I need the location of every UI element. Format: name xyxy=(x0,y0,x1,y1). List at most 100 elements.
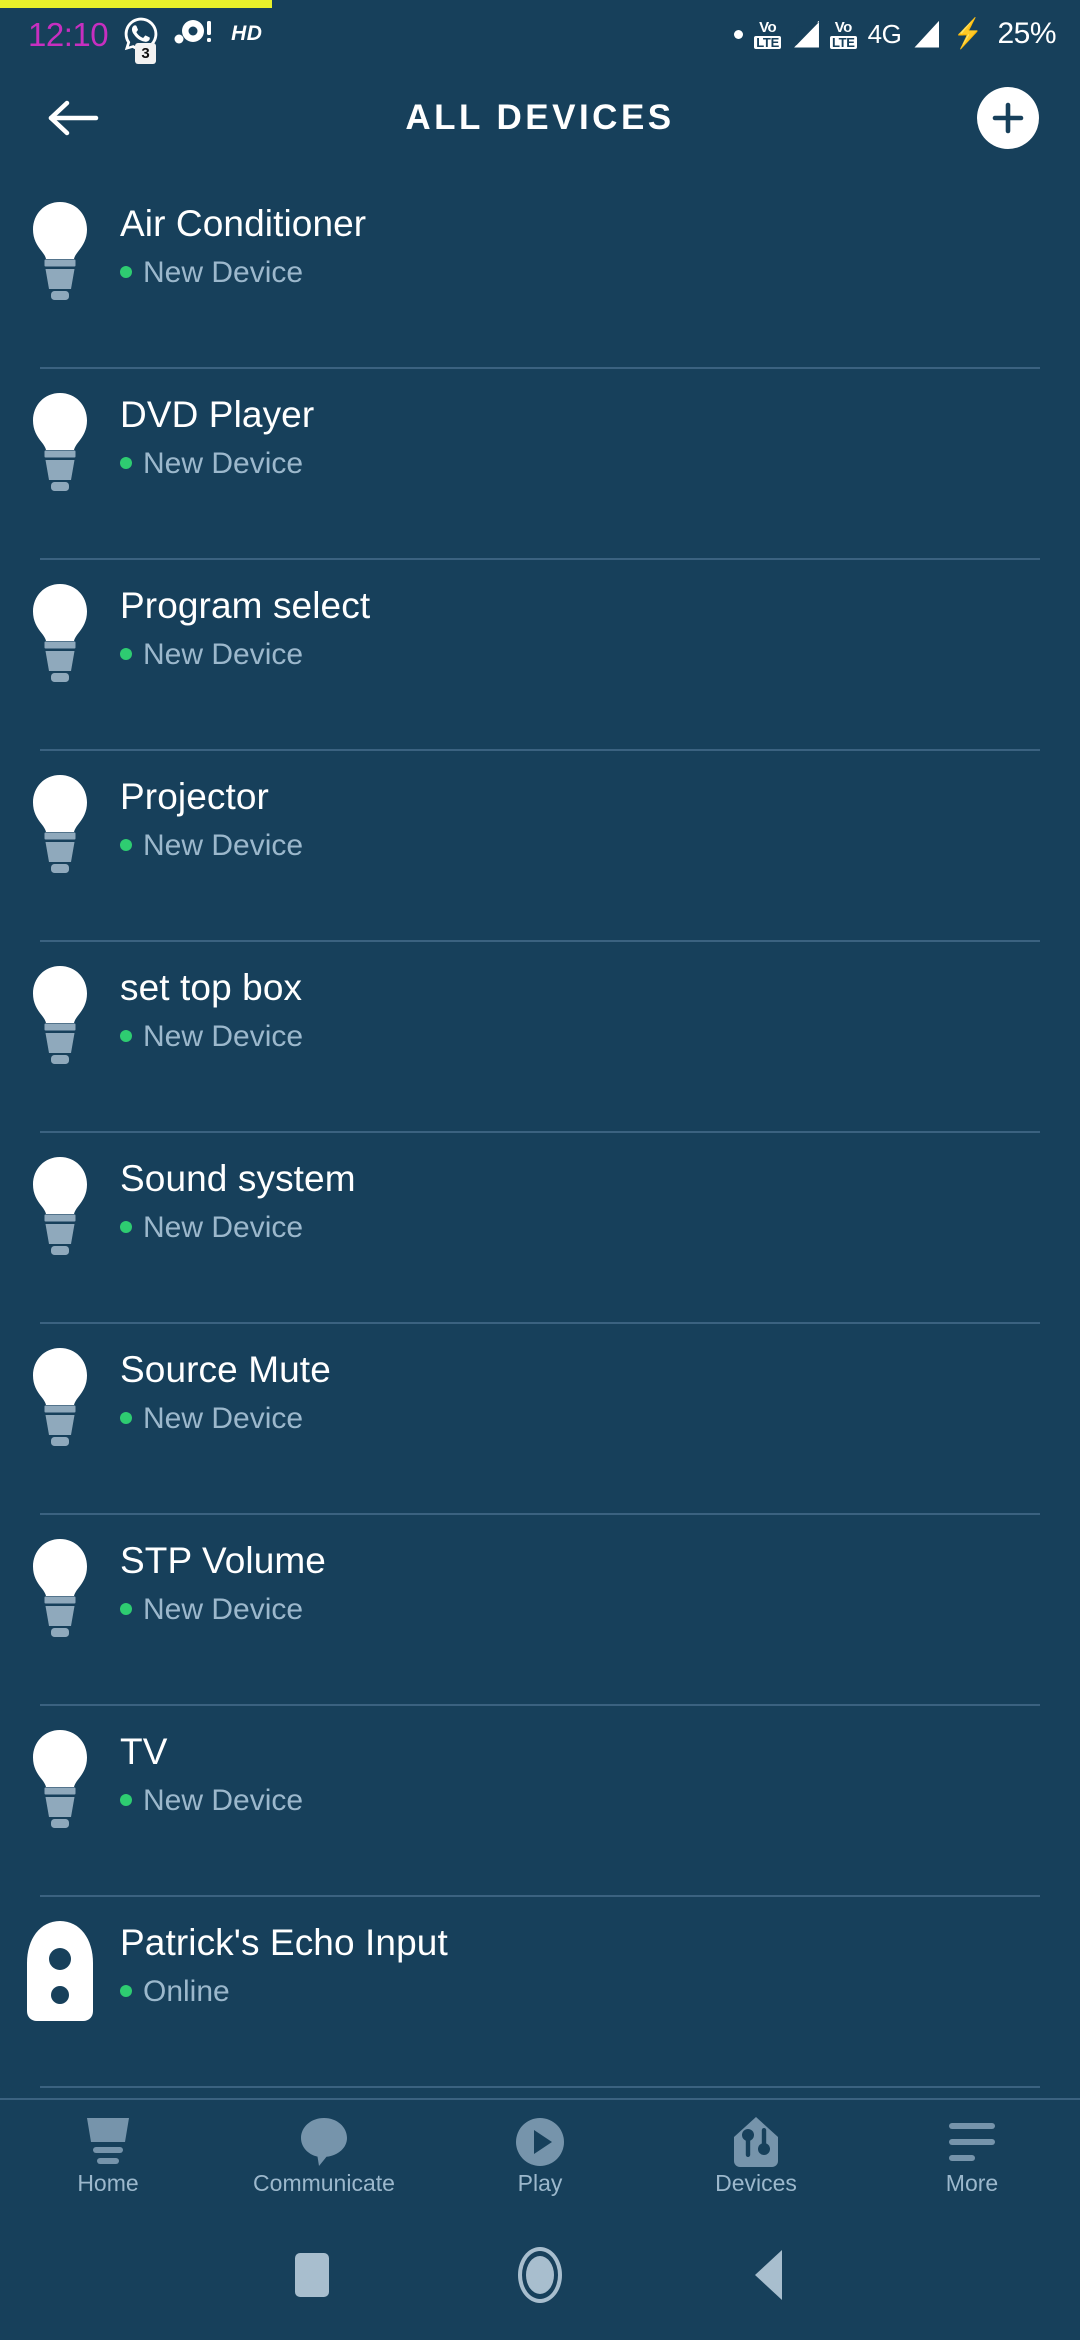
device-status-label: New Device xyxy=(143,1592,304,1626)
device-status-label: New Device xyxy=(143,1783,304,1817)
device-name: TV xyxy=(120,1731,168,1772)
device-status: Online xyxy=(120,1975,448,2008)
status-bar: 12:10 3 HD Vo LTE Vo LTE 4G ⚡ 25% xyxy=(0,8,1080,64)
lightbulb-icon xyxy=(33,202,87,300)
status-dot-icon xyxy=(120,1221,132,1234)
lightbulb-icon xyxy=(33,1730,87,1828)
nav-item-play[interactable]: Play xyxy=(432,2100,648,2210)
whatsapp-icon: 3 xyxy=(121,14,161,64)
devices-house-icon xyxy=(730,2116,782,2168)
status-dot-icon xyxy=(120,1794,132,1807)
device-icon xyxy=(0,1706,120,1836)
nav-item-communicate[interactable]: Communicate xyxy=(216,2100,432,2210)
signal-partial-icon xyxy=(792,21,819,48)
nav-item-label: Communicate xyxy=(253,2169,395,2196)
device-status-label: New Device xyxy=(143,1019,304,1053)
lightbulb-icon xyxy=(33,1348,87,1446)
device-icon xyxy=(0,560,120,690)
nav-item-devices[interactable]: Devices xyxy=(648,2100,864,2210)
device-icon xyxy=(0,1897,120,2023)
recents-square-icon xyxy=(295,2253,329,2297)
nav-item-label: Home xyxy=(77,2169,139,2196)
device-icon xyxy=(0,1133,120,1263)
device-name: DVD Player xyxy=(120,394,315,435)
volte-icon-2: Vo LTE xyxy=(829,18,857,50)
device-icon xyxy=(0,1515,120,1645)
network-type-label: 4G xyxy=(867,18,902,49)
device-row[interactable]: Projector New Device xyxy=(0,751,1080,942)
plus-icon xyxy=(992,102,1024,133)
back-button-system[interactable] xyxy=(740,2247,796,2303)
devices-house-icon xyxy=(734,2116,778,2167)
status-dot-icon xyxy=(120,839,132,852)
device-name: Sound system xyxy=(120,1158,356,1199)
status-dot-icon xyxy=(120,266,132,279)
home-button[interactable] xyxy=(512,2247,568,2303)
status-dot-icon xyxy=(120,1030,132,1043)
echo-device-icon xyxy=(27,1921,93,2021)
device-icon xyxy=(0,369,120,499)
device-status-label: New Device xyxy=(143,255,304,289)
device-status: New Device xyxy=(120,256,366,289)
white-dot-icon xyxy=(734,29,744,39)
device-row[interactable]: Source Mute New Device xyxy=(0,1324,1080,1515)
nav-item-label: More xyxy=(945,2169,999,2196)
back-button[interactable] xyxy=(40,85,106,151)
app-header: ALL DEVICES xyxy=(0,60,1080,175)
recents-button[interactable] xyxy=(284,2247,340,2303)
screen-recording-strip xyxy=(0,0,272,8)
play-circle-icon xyxy=(516,2117,564,2166)
back-triangle-icon xyxy=(754,2250,782,2300)
device-status-label: Online xyxy=(143,1974,230,2008)
device-status: New Device xyxy=(120,1402,331,1435)
device-status-label: New Device xyxy=(143,1210,304,1244)
lightbulb-icon xyxy=(33,966,87,1064)
play-circle-icon xyxy=(513,2116,567,2168)
status-dot-icon xyxy=(120,1985,132,1998)
row-divider xyxy=(40,2086,1040,2088)
nav-item-more[interactable]: More xyxy=(864,2100,1080,2210)
more-lines-icon xyxy=(949,2122,995,2161)
device-status: New Device xyxy=(120,1784,303,1817)
hd-label: HD xyxy=(231,22,263,45)
device-name: Program select xyxy=(120,585,371,626)
device-icon xyxy=(0,178,120,308)
device-status: New Device xyxy=(120,638,370,671)
home-icon xyxy=(81,2116,135,2168)
device-status-label: New Device xyxy=(143,1401,304,1435)
device-status: New Device xyxy=(120,1020,303,1053)
status-dot-icon xyxy=(120,1603,132,1616)
app-screen: 12:10 3 HD Vo LTE Vo LTE 4G ⚡ 25% ALL DE… xyxy=(0,0,1080,2340)
add-device-button[interactable] xyxy=(977,86,1039,149)
device-row[interactable]: DVD Player New Device xyxy=(0,369,1080,560)
nav-item-label: Devices xyxy=(715,2169,797,2196)
camera-icon xyxy=(174,17,212,52)
device-row[interactable]: set top box New Device xyxy=(0,942,1080,1133)
home-icon xyxy=(87,2117,129,2164)
device-status-label: New Device xyxy=(143,637,304,671)
battery-percent-label: 25% xyxy=(997,17,1056,50)
device-name: set top box xyxy=(120,967,303,1008)
page-title: ALL DEVICES xyxy=(405,97,675,137)
lightbulb-icon xyxy=(33,393,87,491)
speech-bubble-icon xyxy=(299,2116,349,2168)
android-system-nav xyxy=(0,2210,1080,2340)
status-bar-right: Vo LTE Vo LTE 4G ⚡ 25% xyxy=(734,17,1080,51)
device-status: New Device xyxy=(120,1593,326,1626)
device-row[interactable]: Air Conditioner New Device xyxy=(0,178,1080,369)
nav-item-home[interactable]: Home xyxy=(0,2100,216,2210)
device-list[interactable]: Air Conditioner New Device DVD Player New D… xyxy=(0,178,1080,2108)
device-status: New Device xyxy=(120,829,303,862)
device-name: Air Conditioner xyxy=(120,203,367,244)
device-icon xyxy=(0,942,120,1072)
home-circle-icon xyxy=(518,2247,562,2303)
device-status-label: New Device xyxy=(143,828,304,862)
device-row[interactable]: Sound system New Device xyxy=(0,1133,1080,1324)
device-row[interactable]: TV New Device xyxy=(0,1706,1080,1897)
device-row[interactable]: STP Volume New Device xyxy=(0,1515,1080,1706)
status-dot-icon xyxy=(120,457,132,470)
device-row[interactable]: Patrick's Echo Input Online xyxy=(0,1897,1080,2088)
device-status: New Device xyxy=(120,447,314,480)
device-row[interactable]: Program select New Device xyxy=(0,560,1080,751)
device-name: Projector xyxy=(120,776,269,817)
